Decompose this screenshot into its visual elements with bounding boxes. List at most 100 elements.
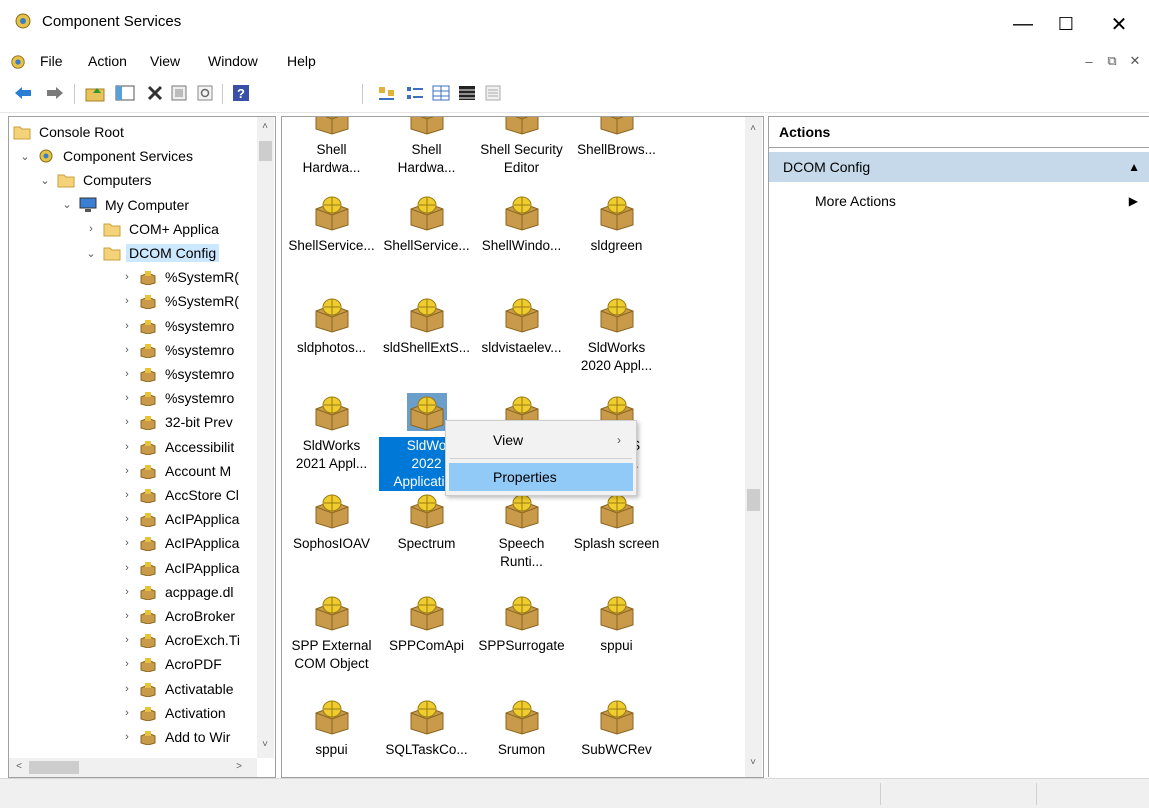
tree-item[interactable]: › AcroBroker bbox=[121, 605, 238, 627]
component-item[interactable]: Speech Runti... bbox=[474, 491, 569, 571]
component-item[interactable]: ShellService... bbox=[284, 193, 379, 255]
tree-item[interactable]: ⌄ Component Services bbox=[19, 145, 196, 167]
menu-view[interactable]: View bbox=[150, 53, 180, 69]
minimize-button[interactable]: — bbox=[1000, 6, 1046, 42]
tree-item[interactable]: › AcroExch.Ti bbox=[121, 629, 243, 651]
component-item[interactable]: ShellService... bbox=[379, 193, 474, 255]
collapse-chevron-icon[interactable]: › bbox=[121, 610, 133, 622]
collapse-chevron-icon[interactable]: › bbox=[121, 634, 133, 646]
maximize-button[interactable]: ☐ bbox=[1043, 6, 1089, 42]
actions-section-dcom-config[interactable]: DCOM Config ▲ bbox=[769, 152, 1149, 182]
tree-item[interactable]: › %systemro bbox=[121, 315, 237, 337]
scroll-left-arrow-icon[interactable]: ˂ bbox=[11, 761, 27, 772]
tree-item[interactable]: › AcIPApplica bbox=[121, 532, 242, 554]
tree-hscroll-thumb[interactable] bbox=[29, 761, 79, 774]
component-item[interactable]: SophosIOAV bbox=[284, 491, 379, 553]
component-item[interactable]: SldWorks 2021 Appl... bbox=[284, 393, 379, 473]
component-item[interactable]: sppui bbox=[284, 697, 379, 759]
mdi-minimize-icon[interactable]: – bbox=[1080, 52, 1098, 70]
help-icon[interactable]: ? bbox=[230, 82, 252, 104]
collapse-chevron-icon[interactable]: › bbox=[121, 271, 133, 283]
collapse-chevron-icon[interactable]: › bbox=[121, 707, 133, 719]
delete-icon[interactable] bbox=[144, 82, 166, 104]
collapse-chevron-icon[interactable]: › bbox=[121, 465, 133, 477]
menu-help[interactable]: Help bbox=[287, 53, 316, 69]
detail-view-icon[interactable] bbox=[456, 82, 478, 104]
expand-chevron-icon[interactable]: ⌄ bbox=[61, 198, 73, 211]
tree-item[interactable]: ⌄ My Computer bbox=[61, 194, 192, 216]
component-item[interactable]: Splash screen bbox=[569, 491, 664, 553]
list-view-icon[interactable] bbox=[430, 82, 452, 104]
component-item[interactable]: SPPComApi bbox=[379, 593, 474, 655]
menu-file[interactable]: File bbox=[40, 53, 63, 69]
export-list-icon[interactable] bbox=[482, 82, 504, 104]
show-hide-tree-icon[interactable] bbox=[114, 82, 136, 104]
component-item[interactable]: Shell Security Editor bbox=[474, 117, 569, 177]
context-menu-view[interactable]: View › bbox=[449, 426, 633, 454]
collapse-chevron-icon[interactable]: › bbox=[85, 223, 97, 235]
tree-item[interactable]: › Activation bbox=[121, 702, 229, 724]
component-item[interactable]: SPP External COM Object bbox=[284, 593, 379, 673]
component-item[interactable]: Srumon bbox=[474, 697, 569, 759]
tree-item[interactable]: › acppage.dl bbox=[121, 581, 237, 603]
forward-arrow-icon[interactable] bbox=[44, 82, 66, 104]
collapse-chevron-icon[interactable]: › bbox=[121, 562, 133, 574]
scroll-up-arrow-icon[interactable]: ˄ bbox=[745, 123, 761, 134]
component-item[interactable]: sldShellExtS... bbox=[379, 295, 474, 357]
mdi-restore-icon[interactable]: ⧉ bbox=[1103, 52, 1121, 70]
component-item[interactable]: Shell Hardwa... bbox=[284, 117, 379, 177]
tree-item[interactable]: › COM+ Applica bbox=[85, 218, 222, 240]
tree-item[interactable]: › %systemro bbox=[121, 363, 237, 385]
tree-item[interactable]: › %SystemR( bbox=[121, 290, 242, 312]
component-item[interactable]: sppui bbox=[569, 593, 664, 655]
back-arrow-icon[interactable] bbox=[12, 82, 34, 104]
collapse-chevron-icon[interactable]: › bbox=[121, 392, 133, 404]
collapse-chevron-icon[interactable]: › bbox=[121, 416, 133, 428]
collapse-chevron-icon[interactable]: › bbox=[121, 513, 133, 525]
scroll-down-arrow-icon[interactable]: ˅ bbox=[745, 757, 761, 768]
component-item[interactable]: Shell Hardwa... bbox=[379, 117, 474, 177]
component-item[interactable]: Spectrum bbox=[379, 491, 474, 553]
expand-chevron-icon[interactable]: ⌄ bbox=[85, 247, 97, 260]
expand-chevron-icon[interactable]: ⌄ bbox=[39, 174, 51, 187]
tree-scroll-thumb[interactable] bbox=[259, 141, 272, 161]
tree-vertical-scrollbar[interactable]: ˄ ˅ bbox=[257, 117, 274, 758]
collapse-chevron-icon[interactable]: › bbox=[121, 537, 133, 549]
collapse-chevron-icon[interactable]: › bbox=[121, 489, 133, 501]
tree-item[interactable]: › %systemro bbox=[121, 339, 237, 361]
more-actions-item[interactable]: More Actions ▶ bbox=[769, 187, 1149, 215]
collapse-chevron-icon[interactable]: › bbox=[121, 368, 133, 380]
menu-action[interactable]: Action bbox=[88, 53, 127, 69]
tree-item[interactable]: Console Root bbox=[13, 121, 127, 143]
properties-icon[interactable] bbox=[168, 82, 190, 104]
tree-item[interactable]: › AcIPApplica bbox=[121, 557, 242, 579]
up-folder-icon[interactable] bbox=[84, 82, 106, 104]
scroll-right-arrow-icon[interactable]: ˃ bbox=[231, 761, 247, 772]
collapse-chevron-icon[interactable]: › bbox=[121, 586, 133, 598]
collapse-chevron-icon[interactable]: › bbox=[121, 344, 133, 356]
tree-item[interactable]: › %SystemR( bbox=[121, 266, 242, 288]
close-button[interactable]: ✕ bbox=[1096, 6, 1142, 42]
large-icons-view-icon[interactable] bbox=[376, 82, 398, 104]
component-item[interactable]: sldvistaelev... bbox=[474, 295, 569, 357]
collapse-chevron-icon[interactable]: › bbox=[121, 683, 133, 695]
refresh-icon[interactable] bbox=[194, 82, 216, 104]
mdi-close-icon[interactable]: ✕ bbox=[1126, 52, 1144, 70]
collapse-chevron-icon[interactable]: › bbox=[121, 320, 133, 332]
menu-window[interactable]: Window bbox=[208, 53, 258, 69]
collapse-chevron-icon[interactable]: › bbox=[121, 731, 133, 743]
tree-item[interactable]: › Add to Wir bbox=[121, 726, 233, 748]
component-item[interactable]: SldWorks 2020 Appl... bbox=[569, 295, 664, 375]
tree-item[interactable]: › Accessibilit bbox=[121, 436, 237, 458]
collapse-chevron-icon[interactable]: › bbox=[121, 441, 133, 453]
component-item[interactable]: ShellBrows... bbox=[569, 117, 664, 159]
tree-item[interactable]: › 32-bit Prev bbox=[121, 411, 236, 433]
collapse-chevron-icon[interactable]: › bbox=[121, 658, 133, 670]
scroll-up-arrow-icon[interactable]: ˄ bbox=[257, 121, 273, 132]
component-item[interactable]: ShellWindo... bbox=[474, 193, 569, 255]
component-item[interactable]: SubWCRev bbox=[569, 697, 664, 759]
tree-item[interactable]: › Activatable bbox=[121, 678, 236, 700]
collapse-chevron-icon[interactable]: › bbox=[121, 295, 133, 307]
scroll-down-arrow-icon[interactable]: ˅ bbox=[257, 739, 273, 750]
tree-item[interactable]: › AcIPApplica bbox=[121, 508, 242, 530]
